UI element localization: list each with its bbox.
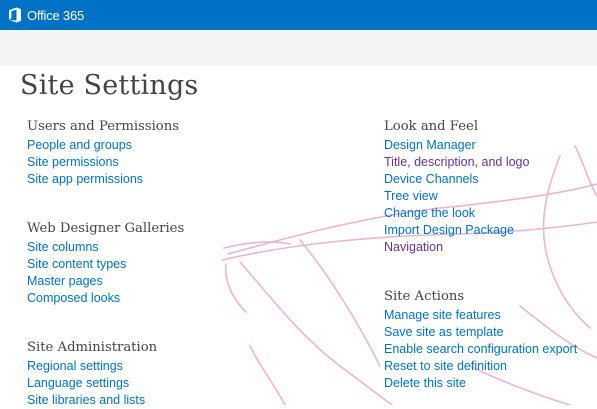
language-settings-link[interactable]: Language settings — [27, 376, 129, 390]
tree-view-link[interactable]: Tree view — [384, 189, 438, 203]
link-list: Site columns Site content types Master p… — [27, 239, 184, 307]
list-item: Navigation — [384, 239, 529, 256]
list-item: Master pages — [27, 273, 184, 290]
list-item: Composed looks — [27, 290, 184, 307]
import-design-package-link[interactable]: Import Design Package — [384, 223, 514, 237]
manage-site-features-link[interactable]: Manage site features — [384, 308, 501, 322]
list-item: Save site as template — [384, 324, 577, 341]
site-columns-link[interactable]: Site columns — [27, 240, 99, 254]
page-title: Site Settings — [20, 70, 199, 101]
link-list: Design Manager Title, description, and l… — [384, 137, 529, 256]
section-web-designer-galleries: Web Designer Galleries Site columns Site… — [27, 220, 184, 307]
people-and-groups-link[interactable]: People and groups — [27, 138, 132, 152]
master-pages-link[interactable]: Master pages — [27, 274, 103, 288]
office-logo-icon[interactable] — [8, 7, 22, 23]
list-item: Import Design Package — [384, 222, 529, 239]
section-users-and-permissions: Users and Permissions People and groups … — [27, 118, 179, 188]
section-title: Users and Permissions — [27, 119, 180, 134]
title-description-logo-link[interactable]: Title, description, and logo — [384, 155, 529, 169]
save-site-as-template-link[interactable]: Save site as template — [384, 325, 504, 339]
ribbon-bar — [0, 30, 597, 66]
site-app-permissions-link[interactable]: Site app permissions — [27, 172, 143, 186]
list-item: Delete this site — [384, 375, 577, 392]
navigation-link[interactable]: Navigation — [384, 240, 443, 254]
site-permissions-link[interactable]: Site permissions — [27, 155, 119, 169]
enable-search-configuration-export-link[interactable]: Enable search configuration export — [384, 342, 577, 356]
change-the-look-link[interactable]: Change the look — [384, 206, 475, 220]
list-item: Device Channels — [384, 171, 529, 188]
list-item: Site permissions — [27, 154, 179, 171]
list-item: Enable search configuration export — [384, 341, 577, 358]
link-list: People and groups Site permissions Site … — [27, 137, 179, 188]
regional-settings-link[interactable]: Regional settings — [27, 359, 123, 373]
link-list: Manage site features Save site as templa… — [384, 307, 577, 392]
section-title: Site Administration — [27, 340, 158, 355]
list-item: Regional settings — [27, 358, 157, 375]
list-item: Site app permissions — [27, 171, 179, 188]
section-look-and-feel: Look and Feel Design Manager Title, desc… — [384, 118, 529, 256]
list-item: Change the look — [384, 205, 529, 222]
list-item: Reset to site definition — [384, 358, 577, 375]
section-site-administration: Site Administration Regional settings La… — [27, 339, 157, 409]
section-title: Site Actions — [384, 289, 465, 304]
suite-bar: Office 365 — [0, 0, 597, 30]
list-item: Tree view — [384, 188, 529, 205]
reset-to-site-definition-link[interactable]: Reset to site definition — [384, 359, 507, 373]
design-manager-link[interactable]: Design Manager — [384, 138, 476, 152]
list-item: People and groups — [27, 137, 179, 154]
list-item: Design Manager — [384, 137, 529, 154]
composed-looks-link[interactable]: Composed looks — [27, 291, 120, 305]
list-item: Site libraries and lists — [27, 392, 157, 409]
section-site-actions: Site Actions Manage site features Save s… — [384, 288, 577, 392]
list-item: Language settings — [27, 375, 157, 392]
list-item: Manage site features — [384, 307, 577, 324]
section-title: Web Designer Galleries — [27, 221, 185, 236]
site-content-types-link[interactable]: Site content types — [27, 257, 126, 271]
delete-this-site-link[interactable]: Delete this site — [384, 376, 466, 390]
device-channels-link[interactable]: Device Channels — [384, 172, 479, 186]
link-list: Regional settings Language settings Site… — [27, 358, 157, 409]
section-title: Look and Feel — [384, 119, 479, 134]
list-item: Site columns — [27, 239, 184, 256]
list-item: Site content types — [27, 256, 184, 273]
list-item: Title, description, and logo — [384, 154, 529, 171]
brand-name[interactable]: Office 365 — [27, 8, 84, 23]
